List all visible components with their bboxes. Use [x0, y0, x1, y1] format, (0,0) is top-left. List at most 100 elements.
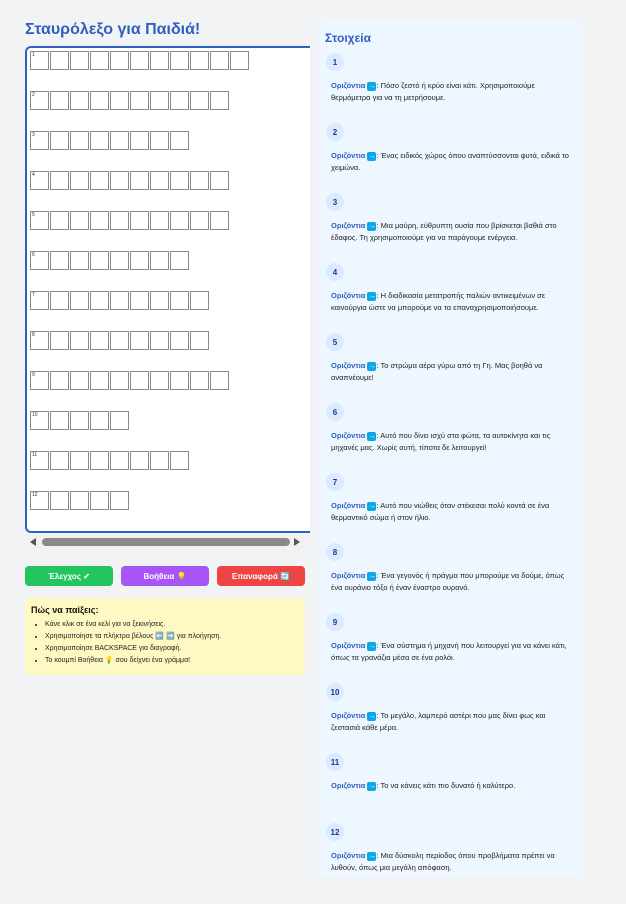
grid-cell[interactable]: [170, 211, 189, 230]
grid-cell[interactable]: [70, 171, 89, 190]
grid-cell[interactable]: [170, 131, 189, 150]
grid-cell[interactable]: [110, 411, 129, 430]
grid-cell[interactable]: [150, 251, 169, 270]
grid-cell[interactable]: [150, 371, 169, 390]
grid-cell[interactable]: [210, 211, 229, 230]
grid-cell[interactable]: 10: [30, 411, 49, 430]
grid-cell[interactable]: [110, 211, 129, 230]
grid-cell[interactable]: [190, 291, 209, 310]
grid-cell[interactable]: [50, 211, 69, 230]
grid-cell[interactable]: [90, 131, 109, 150]
grid-cell[interactable]: [50, 131, 69, 150]
grid-cell[interactable]: [70, 291, 89, 310]
grid-cell[interactable]: [130, 371, 149, 390]
grid-cell[interactable]: [130, 451, 149, 470]
grid-cell[interactable]: [230, 51, 249, 70]
grid-cell[interactable]: 2: [30, 91, 49, 110]
grid-cell[interactable]: [110, 51, 129, 70]
grid-cell[interactable]: [170, 331, 189, 350]
grid-cell[interactable]: [150, 331, 169, 350]
grid-cell[interactable]: [150, 291, 169, 310]
grid-cell[interactable]: [90, 331, 109, 350]
grid-cell[interactable]: [50, 451, 69, 470]
grid-cell[interactable]: [90, 451, 109, 470]
grid-cell[interactable]: [110, 291, 129, 310]
grid-cell[interactable]: [90, 411, 109, 430]
grid-cell[interactable]: [170, 91, 189, 110]
grid-cell[interactable]: [130, 211, 149, 230]
grid-cell[interactable]: 8: [30, 331, 49, 350]
grid-cell[interactable]: [70, 331, 89, 350]
grid-cell[interactable]: [90, 211, 109, 230]
grid-cell[interactable]: [50, 91, 69, 110]
grid-cell[interactable]: 9: [30, 371, 49, 390]
grid-cell[interactable]: [170, 251, 189, 270]
grid-cell[interactable]: [70, 131, 89, 150]
grid-cell[interactable]: [170, 51, 189, 70]
grid-cell[interactable]: 7: [30, 291, 49, 310]
help-button[interactable]: Βοήθεια 💡: [121, 566, 209, 586]
grid-cell[interactable]: [50, 371, 69, 390]
grid-cell[interactable]: [130, 91, 149, 110]
grid-cell[interactable]: [70, 411, 89, 430]
grid-cell[interactable]: [170, 451, 189, 470]
grid-cell[interactable]: [150, 171, 169, 190]
grid-cell[interactable]: [190, 331, 209, 350]
grid-cell[interactable]: [190, 51, 209, 70]
grid-cell[interactable]: [190, 91, 209, 110]
horizontal-scrollbar[interactable]: [25, 535, 305, 549]
grid-cell[interactable]: [110, 131, 129, 150]
grid-cell[interactable]: [50, 51, 69, 70]
grid-cell[interactable]: 5: [30, 211, 49, 230]
scroll-right-icon[interactable]: [294, 538, 300, 546]
grid-cell[interactable]: [190, 211, 209, 230]
grid-cell[interactable]: [150, 131, 169, 150]
grid-cell[interactable]: [110, 331, 129, 350]
grid-cell[interactable]: 1: [30, 51, 49, 70]
grid-cell[interactable]: [130, 171, 149, 190]
grid-cell[interactable]: [170, 171, 189, 190]
grid-cell[interactable]: [190, 171, 209, 190]
grid-cell[interactable]: [210, 371, 229, 390]
grid-cell[interactable]: [150, 91, 169, 110]
grid-cell[interactable]: [50, 411, 69, 430]
grid-cell[interactable]: 3: [30, 131, 49, 150]
grid-cell[interactable]: [110, 91, 129, 110]
grid-cell[interactable]: [50, 491, 69, 510]
grid-cell[interactable]: [170, 291, 189, 310]
grid-cell[interactable]: 11: [30, 451, 49, 470]
grid-cell[interactable]: [90, 251, 109, 270]
scroll-left-icon[interactable]: [30, 538, 36, 546]
grid-cell[interactable]: [50, 171, 69, 190]
grid-cell[interactable]: [130, 131, 149, 150]
grid-cell[interactable]: [110, 171, 129, 190]
grid-cell[interactable]: [170, 371, 189, 390]
grid-cell[interactable]: [90, 491, 109, 510]
grid-cell[interactable]: [90, 291, 109, 310]
grid-cell[interactable]: [130, 291, 149, 310]
grid-cell[interactable]: [110, 371, 129, 390]
grid-cell[interactable]: [90, 171, 109, 190]
grid-cell[interactable]: 6: [30, 251, 49, 270]
grid-cell[interactable]: [150, 451, 169, 470]
grid-cell[interactable]: [90, 371, 109, 390]
grid-cell[interactable]: [70, 51, 89, 70]
grid-cell[interactable]: [50, 291, 69, 310]
grid-cell[interactable]: [90, 51, 109, 70]
reset-button[interactable]: Επαναφορά 🔄: [217, 566, 305, 586]
grid-cell[interactable]: [110, 491, 129, 510]
grid-cell[interactable]: [70, 251, 89, 270]
grid-cell[interactable]: [210, 171, 229, 190]
grid-cell[interactable]: [210, 91, 229, 110]
grid-cell[interactable]: [150, 211, 169, 230]
grid-cell[interactable]: [90, 91, 109, 110]
grid-cell[interactable]: 4: [30, 171, 49, 190]
grid-cell[interactable]: 12: [30, 491, 49, 510]
grid-cell[interactable]: [70, 451, 89, 470]
grid-cell[interactable]: [70, 371, 89, 390]
grid-cell[interactable]: [110, 251, 129, 270]
grid-cell[interactable]: [130, 331, 149, 350]
scrollbar-thumb[interactable]: [42, 538, 290, 546]
grid-cell[interactable]: [130, 51, 149, 70]
grid-cell[interactable]: [130, 251, 149, 270]
